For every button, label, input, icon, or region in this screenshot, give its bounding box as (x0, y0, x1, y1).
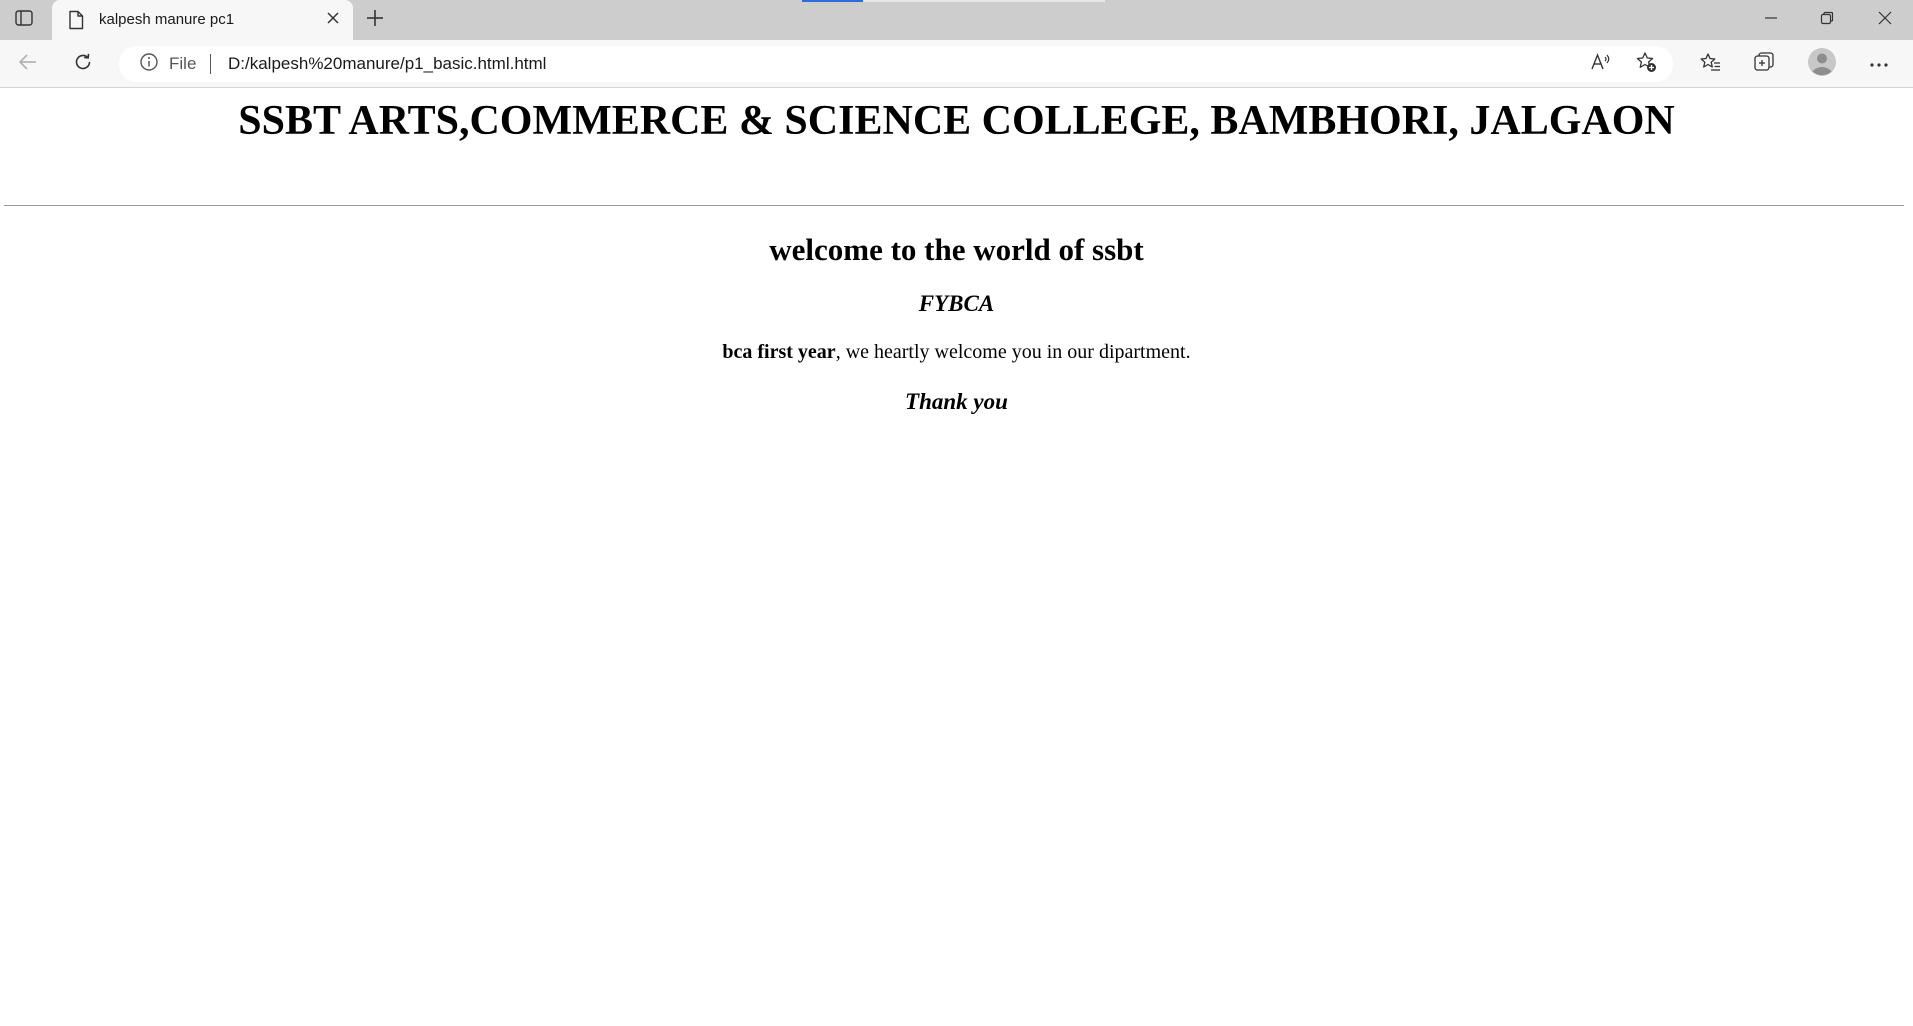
tab-title: kalpesh manure pc1 (99, 11, 235, 28)
tab-close-button[interactable] (321, 8, 345, 32)
thanks-text: Thank you (905, 389, 1008, 414)
minimize-button[interactable] (1743, 0, 1799, 40)
refresh-button[interactable] (65, 48, 101, 80)
arrow-left-icon (18, 53, 38, 76)
loading-indicator (802, 0, 863, 2)
ellipsis-icon (1869, 55, 1889, 73)
info-icon (139, 52, 159, 77)
new-tab-button[interactable] (359, 6, 391, 34)
browser-toolbar: File D:/kalpesh%20manure/p1_basic.html.h… (0, 40, 1913, 88)
intro-bold-text: bca first year (722, 341, 836, 363)
minimize-icon (1764, 11, 1778, 30)
add-favorite-button[interactable] (1630, 48, 1662, 80)
intro-text: , we heartly welcome you in our dipartme… (835, 341, 1191, 363)
restore-button[interactable] (1799, 0, 1855, 40)
page-content: SSBT ARTS,COMMERCE & SCIENCE COLLEGE, BA… (0, 89, 1913, 1026)
document-icon (68, 10, 86, 30)
favorites-icon (1699, 52, 1721, 77)
avatar-icon (1807, 47, 1837, 82)
address-bar[interactable]: File D:/kalpesh%20manure/p1_basic.html.h… (119, 46, 1673, 82)
loading-indicator-track (863, 0, 1105, 2)
tab-strip: kalpesh manure pc1 (0, 0, 1913, 40)
site-info-button[interactable]: File (139, 52, 197, 77)
course-heading: FYBCA (918, 291, 995, 316)
close-icon (327, 11, 339, 29)
read-aloud-button[interactable] (1585, 48, 1617, 80)
tab-active[interactable]: kalpesh manure pc1 (52, 0, 353, 40)
star-plus-icon (1635, 51, 1657, 78)
close-icon (1878, 11, 1892, 30)
welcome-heading: welcome to the world of ssbt (769, 232, 1144, 267)
restore-icon (1820, 11, 1834, 30)
collections-button[interactable] (1746, 48, 1782, 80)
tab-actions-icon (15, 9, 33, 31)
profile-button[interactable] (1804, 47, 1840, 82)
back-button[interactable] (10, 48, 46, 80)
tab-actions-button[interactable] (8, 6, 40, 34)
horizontal-rule (4, 205, 1904, 206)
refresh-icon (73, 52, 93, 77)
read-aloud-icon (1590, 52, 1612, 77)
intro-paragraph: bca first year, we heartly welcome you i… (0, 340, 1913, 364)
favorites-button[interactable] (1692, 48, 1728, 80)
close-window-button[interactable] (1857, 0, 1913, 40)
site-info-label: File (169, 54, 197, 73)
address-separator (210, 54, 211, 74)
collections-icon (1753, 51, 1775, 78)
page-heading: SSBT ARTS,COMMERCE & SCIENCE COLLEGE, BA… (238, 98, 1675, 144)
plus-icon (366, 9, 384, 32)
more-button[interactable] (1861, 48, 1897, 80)
url-text[interactable]: D:/kalpesh%20manure/p1_basic.html.html (228, 53, 546, 75)
